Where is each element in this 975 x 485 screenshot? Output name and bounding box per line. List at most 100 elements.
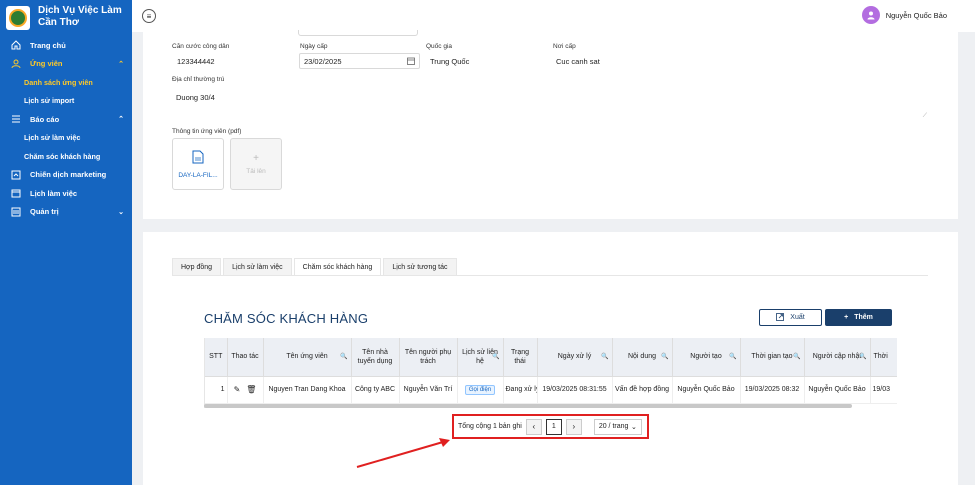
sidebar-item-candidates[interactable]: Ứng viên ⌃ bbox=[0, 55, 132, 74]
search-icon[interactable]: 🔍 bbox=[661, 353, 668, 362]
prev-page-button[interactable]: ‹ bbox=[525, 418, 542, 435]
upload-button[interactable]: + Tải lên bbox=[230, 138, 282, 190]
issue-date-field[interactable]: 23/02/2025 bbox=[299, 53, 420, 69]
search-icon[interactable]: 🔍 bbox=[793, 353, 800, 362]
section-title: CHĂM SÓC KHÁCH HÀNG bbox=[204, 311, 369, 326]
sidebar-item-label: Chiến dịch marketing bbox=[30, 170, 107, 180]
add-button[interactable]: + Thêm bbox=[825, 309, 892, 326]
sidebar-nav: Trang chủ Ứng viên ⌃ Danh sách ứng viên … bbox=[0, 36, 132, 221]
search-icon[interactable]: 🔍 bbox=[601, 353, 608, 362]
table-scrollbar[interactable] bbox=[204, 404, 852, 408]
tab-interaction-history[interactable]: Lịch sử tương tác bbox=[383, 258, 457, 275]
issue-date-value: 23/02/2025 bbox=[304, 57, 342, 66]
id-label: Căn cước công dân bbox=[172, 43, 230, 50]
menu-toggle-icon[interactable]: ≡ bbox=[142, 9, 156, 23]
col-manager: Tên người phụ trách bbox=[399, 338, 458, 377]
col-created-at[interactable]: Thời gian tạo 🔍 bbox=[740, 338, 805, 377]
export-icon bbox=[776, 312, 785, 323]
tab-customer-care[interactable]: Chăm sóc khách hàng bbox=[293, 258, 382, 275]
col-creator[interactable]: Người tạo 🔍 bbox=[672, 338, 741, 377]
pagination: Tổng cộng 1 bản ghi ‹ 1 › 20 / trang ⌄ bbox=[452, 414, 649, 439]
sidebar: Dịch Vụ Việc Làm Cần Thơ Trang chủ Ứng v… bbox=[0, 0, 132, 485]
cv-file-card[interactable]: DAY-LA-FIL... bbox=[172, 138, 224, 190]
col-employer: Tên nhà tuyển dụng bbox=[351, 338, 400, 377]
brand: Dịch Vụ Việc Làm Cần Thơ bbox=[0, 0, 132, 36]
cell-contact: Gọi điện bbox=[457, 376, 504, 404]
sidebar-item-admin[interactable]: Quản trị ⌄ bbox=[0, 203, 132, 222]
col-label: Nội dung bbox=[627, 353, 657, 361]
search-icon[interactable]: 🔍 bbox=[340, 353, 347, 362]
col-label: Thời gian tạo bbox=[751, 353, 793, 361]
table-row[interactable]: 1 ✎ 🗑 Nguyen Tran Dang Khoa Công ty ABC N… bbox=[205, 376, 897, 404]
care-table-wrapper: STT Thao tác Tên ứng viên 🔍 Tên nhà tuyển… bbox=[204, 338, 897, 408]
page-size-select[interactable]: 20 / trang ⌄ bbox=[593, 418, 642, 435]
cell-created-at: 19/03/2025 08:32 bbox=[740, 376, 805, 404]
col-updater[interactable]: Người cập nhật 🔍 bbox=[804, 338, 871, 377]
id-field[interactable]: 123344442 bbox=[177, 57, 215, 66]
home-icon bbox=[10, 40, 22, 50]
cell-creator: Nguyễn Quốc Bảo bbox=[672, 376, 741, 404]
col-content[interactable]: Nội dung 🔍 bbox=[612, 338, 673, 377]
sidebar-item-customer-care[interactable]: Chăm sóc khách hàng bbox=[0, 147, 132, 166]
search-icon[interactable]: 🔍 bbox=[859, 353, 866, 362]
care-table: STT Thao tác Tên ứng viên 🔍 Tên nhà tuyển… bbox=[205, 338, 897, 404]
cell-status: Đang xử lý bbox=[503, 376, 538, 404]
col-status: Trạng thái bbox=[503, 338, 538, 377]
issue-place-field[interactable]: Cuc canh sat bbox=[556, 57, 600, 66]
delete-icon[interactable]: 🗑 bbox=[246, 385, 256, 394]
page-1-button[interactable]: 1 bbox=[545, 418, 562, 435]
cell-manager: Nguyễn Văn Trí bbox=[399, 376, 458, 404]
sidebar-item-reports[interactable]: Báo cáo ⌃ bbox=[0, 110, 132, 129]
col-label: Người cập nhật bbox=[812, 353, 862, 361]
cv-label: Thông tin ứng viên (pdf) bbox=[172, 128, 242, 135]
brand-title: Dịch Vụ Việc Làm Cần Thơ bbox=[38, 5, 122, 28]
cell-actions: ✎ 🗑 bbox=[227, 376, 264, 404]
calendar-icon bbox=[10, 188, 22, 198]
export-button[interactable]: Xuất bbox=[759, 309, 822, 326]
next-page-button[interactable]: › bbox=[565, 418, 582, 435]
page-size-value: 20 / trang bbox=[598, 423, 629, 430]
sidebar-item-home[interactable]: Trang chủ bbox=[0, 36, 132, 55]
resize-handle-icon[interactable]: ⟋ bbox=[923, 113, 927, 120]
address-value: Duong 30/4 bbox=[176, 93, 215, 102]
sidebar-item-label: Danh sách ứng viên bbox=[24, 77, 93, 87]
add-label: Thêm bbox=[854, 314, 873, 321]
col-label: Tên ứng viên bbox=[286, 353, 328, 361]
issue-date-label: Ngày cấp bbox=[300, 43, 328, 50]
cell-updated-at: 19/03 bbox=[870, 376, 897, 404]
col-candidate[interactable]: Tên ứng viên 🔍 bbox=[263, 338, 352, 377]
sidebar-item-marketing[interactable]: Chiến dịch marketing bbox=[0, 166, 132, 185]
top-header: ≡ Nguyễn Quốc Bảo bbox=[132, 0, 975, 32]
col-process-date[interactable]: Ngày xử lý 🔍 bbox=[537, 338, 613, 377]
col-label: Ngày xử lý bbox=[557, 353, 592, 361]
avatar bbox=[861, 6, 880, 24]
search-icon[interactable]: 🔍 bbox=[729, 353, 736, 362]
sidebar-item-work-history[interactable]: Lịch sử làm việc bbox=[0, 129, 132, 148]
calendar-icon[interactable] bbox=[407, 57, 415, 67]
cell-process-date: 19/03/2025 08:31:55 bbox=[537, 376, 613, 404]
chevron-down-icon: ⌄ bbox=[630, 423, 637, 431]
col-label: Tên nhà tuyển dụng bbox=[357, 348, 393, 365]
cell-content: Vấn đề hợp đồng bbox=[612, 376, 673, 404]
col-stt: STT bbox=[205, 338, 228, 377]
address-field[interactable]: Duong 30/4 ⟋ bbox=[172, 89, 929, 121]
customer-care-panel: Hợp đồng Lịch sử làm việc Chăm sóc khách… bbox=[143, 232, 958, 485]
search-icon[interactable]: 🔍 bbox=[492, 353, 499, 362]
issue-place-label: Nơi cấp bbox=[553, 43, 576, 50]
list-icon bbox=[10, 114, 22, 124]
col-contact[interactable]: Lịch sử liên hệ 🔍 bbox=[457, 338, 504, 377]
sidebar-item-schedule[interactable]: Lịch làm việc bbox=[0, 184, 132, 203]
table-header-row: STT Thao tác Tên ứng viên 🔍 Tên nhà tuyển… bbox=[205, 338, 897, 377]
user-name: Nguyễn Quốc Bảo bbox=[885, 10, 947, 20]
tab-work-history[interactable]: Lịch sử làm việc bbox=[223, 258, 292, 275]
chevron-up-icon: ⌃ bbox=[118, 116, 124, 124]
address-label: Địa chỉ thường trú bbox=[172, 76, 225, 83]
user-menu[interactable]: Nguyễn Quốc Bảo bbox=[861, 6, 947, 24]
country-field[interactable]: Trung Quốc bbox=[430, 57, 469, 66]
sidebar-item-candidate-list[interactable]: Danh sách ứng viên bbox=[0, 73, 132, 92]
sidebar-item-import-history[interactable]: Lịch sử import bbox=[0, 92, 132, 111]
sidebar-item-label: Lịch sử import bbox=[24, 96, 75, 106]
user-icon bbox=[10, 59, 22, 69]
edit-icon[interactable]: ✎ bbox=[234, 385, 241, 394]
tab-contract[interactable]: Hợp đồng bbox=[172, 258, 222, 275]
